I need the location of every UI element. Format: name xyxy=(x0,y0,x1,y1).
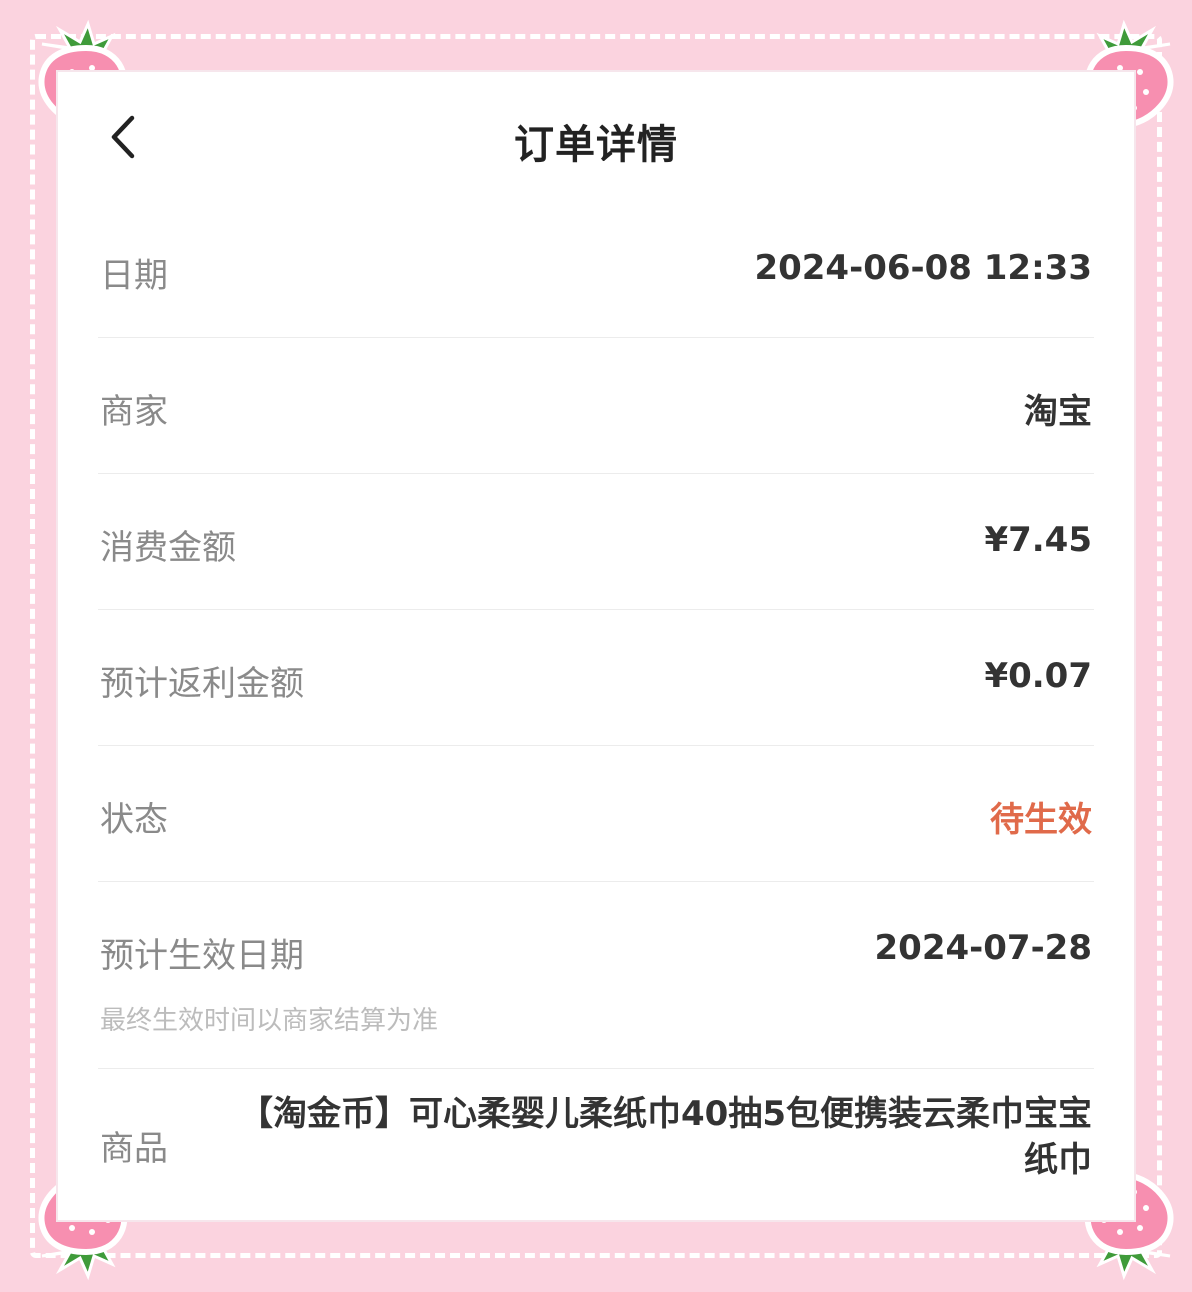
date-label: 日期 xyxy=(100,256,168,296)
status-label: 状态 xyxy=(100,800,168,840)
merchant-label: 商家 xyxy=(100,392,168,432)
nav-header: 订单详情 xyxy=(58,72,1134,202)
detail-row-effective-date: 预计生效日期 2024-07-28 最终生效时间以商家结算为准 xyxy=(98,882,1094,1069)
effective-date-hint: 最终生效时间以商家结算为准 xyxy=(100,1006,439,1036)
effective-date-value: 2024-07-28 xyxy=(874,928,1092,968)
product-label: 商品 xyxy=(100,1129,168,1169)
date-value: 2024-06-08 12:33 xyxy=(754,248,1092,288)
order-detail-card: 订单详情 日期 2024-06-08 12:33 商家 淘宝 消费金额 ¥7.4… xyxy=(58,72,1134,1220)
detail-row-rebate: 预计返利金额 ¥0.07 xyxy=(98,610,1094,746)
detail-row-amount: 消费金额 ¥7.45 xyxy=(98,474,1094,610)
merchant-value: 淘宝 xyxy=(1024,392,1092,432)
effective-date-label: 预计生效日期 xyxy=(100,936,304,976)
detail-row-merchant: 商家 淘宝 xyxy=(98,338,1094,474)
amount-value: ¥7.45 xyxy=(984,520,1092,560)
rebate-value: ¥0.07 xyxy=(984,656,1092,696)
product-value: 【淘金币】可心柔婴儿柔纸巾40抽5包便携装云柔巾宝宝纸巾 xyxy=(239,1094,1092,1180)
page-title: 订单详情 xyxy=(514,122,678,168)
amount-label: 消费金额 xyxy=(100,528,236,568)
detail-row-product: 商品 【淘金币】可心柔婴儿柔纸巾40抽5包便携装云柔巾宝宝纸巾 xyxy=(98,1069,1094,1209)
detail-list: 日期 2024-06-08 12:33 商家 淘宝 消费金额 ¥7.45 预计返… xyxy=(98,202,1094,1209)
rebate-label: 预计返利金额 xyxy=(100,664,304,704)
detail-row-status: 状态 待生效 xyxy=(98,746,1094,882)
detail-row-date: 日期 2024-06-08 12:33 xyxy=(98,202,1094,338)
status-value: 待生效 xyxy=(990,800,1092,840)
